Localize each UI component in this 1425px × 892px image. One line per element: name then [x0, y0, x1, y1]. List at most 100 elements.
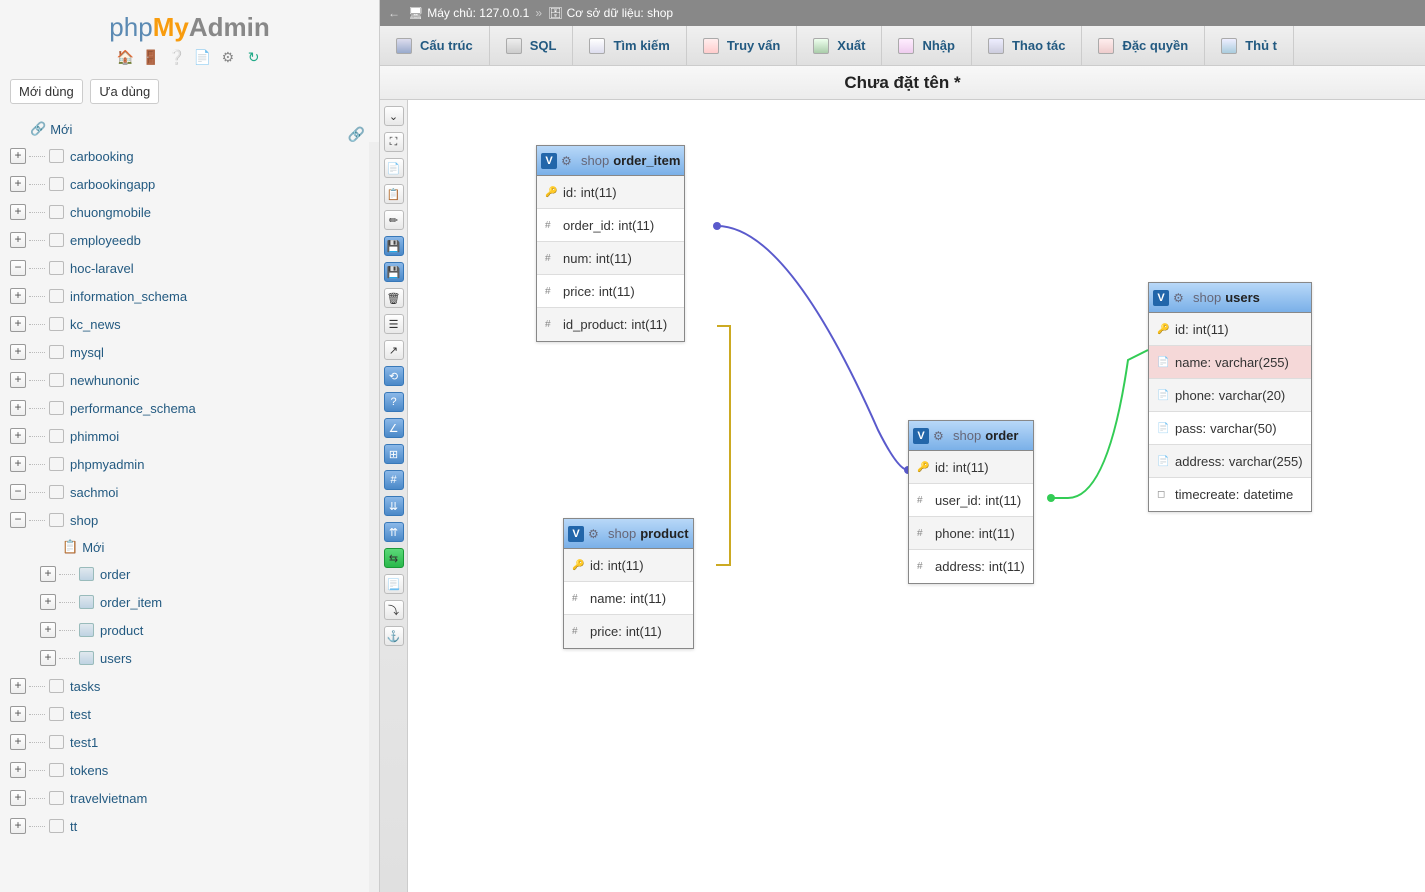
db-node-information_schema[interactable]: +information_schema	[10, 282, 379, 310]
expand-icon[interactable]: +	[10, 176, 26, 192]
table-node-product[interactable]: +product	[40, 616, 379, 644]
field-row[interactable]: 🔑id : int(11)	[537, 176, 684, 209]
designer-table-order_item[interactable]: V⚙shoporder_item🔑id : int(11)#order_id :…	[536, 145, 685, 342]
expand-icon[interactable]: +	[10, 706, 26, 722]
expand-icon[interactable]: +	[10, 428, 26, 444]
field-row[interactable]: #user_id : int(11)	[909, 484, 1033, 517]
collapse-icon[interactable]: ⌄	[384, 106, 404, 126]
edit-icon[interactable]: ✏	[384, 210, 404, 230]
db-label[interactable]: shop	[70, 513, 98, 528]
designer-table-order[interactable]: V⚙shoporder🔑id : int(11)#user_id : int(1…	[908, 420, 1034, 584]
expand-icon[interactable]: +	[10, 232, 26, 248]
db-node-sachmoi[interactable]: − sachmoi	[10, 478, 379, 506]
table-node-order_item[interactable]: + order_item	[40, 588, 379, 616]
field-row[interactable]: 📄pass : varchar(50)	[1149, 412, 1311, 445]
view-toggle-icon[interactable]: V	[541, 153, 557, 169]
db-node-test[interactable]: + test	[10, 700, 379, 728]
expand-icon[interactable]: +	[10, 790, 26, 806]
designer-table-product[interactable]: V⚙shopproduct🔑id : int(11)#name : int(11…	[563, 518, 694, 649]
db-label[interactable]: test	[70, 707, 91, 722]
grid-snap-icon[interactable]: ⊞	[384, 444, 404, 464]
tab-export[interactable]: Xuất	[797, 26, 882, 65]
db-node-tasks[interactable]: + tasks	[10, 672, 379, 700]
sidebar-scrollbar[interactable]	[369, 142, 379, 892]
toggle-icon[interactable]: #	[384, 470, 404, 490]
tab-privileges[interactable]: Đặc quyền	[1082, 26, 1205, 65]
table-label[interactable]: order	[100, 567, 130, 582]
db-node-tokens[interactable]: +tokens	[10, 756, 379, 784]
new-database-link[interactable]: Mới	[50, 122, 72, 137]
reload-icon[interactable]: ↻	[245, 49, 263, 67]
tables-list-icon[interactable]: ☰	[384, 314, 404, 334]
db-node-mysql[interactable]: +mysql	[10, 338, 379, 366]
db-label[interactable]: newhunonic	[70, 373, 139, 388]
new-table[interactable]: 📋Mới	[40, 534, 379, 560]
move-icon[interactable]: ⤵	[384, 600, 404, 620]
expand-icon[interactable]: −	[10, 484, 26, 500]
db-label[interactable]: carbooking	[70, 149, 134, 164]
back-arrow-icon[interactable]: ←	[388, 6, 400, 20]
save-icon[interactable]: 💾	[384, 236, 404, 256]
recent-tab[interactable]: Mới dùng	[10, 79, 83, 104]
collapse-all-icon[interactable]: ⇈	[384, 522, 404, 542]
help-icon[interactable]: ❔	[168, 49, 186, 67]
db-label[interactable]: tasks	[70, 679, 100, 694]
expand-icon[interactable]: +	[10, 400, 26, 416]
expand-icon[interactable]: +	[10, 204, 26, 220]
table-header[interactable]: V⚙shoporder_item	[537, 146, 684, 176]
tab-query[interactable]: Truy vấn	[687, 26, 797, 65]
delete-page-icon[interactable]: 🗑	[384, 288, 404, 308]
tab-sql[interactable]: SQL	[490, 26, 574, 65]
new-database[interactable]: 🔗Mới	[10, 116, 379, 142]
database-value[interactable]: shop	[647, 6, 673, 20]
db-node-phimmoi[interactable]: +phimmoi	[10, 422, 379, 450]
table-header[interactable]: V⚙shopproduct	[564, 519, 693, 549]
expand-icon[interactable]: −	[10, 512, 26, 528]
gear-icon[interactable]: ⚙	[1173, 291, 1187, 305]
field-row[interactable]: #name : int(11)	[564, 582, 693, 615]
help-designer-icon[interactable]: ?	[384, 392, 404, 412]
new-page-icon[interactable]: 📄	[384, 158, 404, 178]
expand-icon[interactable]: +	[10, 344, 26, 360]
db-label[interactable]: hoc-laravel	[70, 261, 134, 276]
expand-all-icon[interactable]: ⇊	[384, 496, 404, 516]
db-label[interactable]: sachmoi	[70, 485, 118, 500]
db-label[interactable]: information_schema	[70, 289, 187, 304]
db-label[interactable]: employeedb	[70, 233, 141, 248]
db-label[interactable]: travelvietnam	[70, 791, 147, 806]
tab-import[interactable]: Nhập	[882, 26, 972, 65]
db-node-performance_schema[interactable]: +performance_schema	[10, 394, 379, 422]
db-node-kc_news[interactable]: +kc_news	[10, 310, 379, 338]
db-node-employeedb[interactable]: + employeedb	[10, 226, 379, 254]
table-label[interactable]: users	[100, 651, 132, 666]
anchor-icon[interactable]: ⚓	[384, 626, 404, 646]
settings-icon[interactable]: ⚙	[219, 49, 237, 67]
server-value[interactable]: 127.0.0.1	[479, 6, 529, 20]
expand-icon[interactable]: +	[10, 678, 26, 694]
db-node-carbooking[interactable]: +carbooking	[10, 142, 379, 170]
gear-icon[interactable]: ⚙	[588, 527, 602, 541]
gear-icon[interactable]: ⚙	[933, 429, 947, 443]
expand-icon[interactable]: +	[40, 594, 56, 610]
exit-icon[interactable]: 🚪	[142, 49, 160, 67]
tab-operations[interactable]: Thao tác	[972, 26, 1082, 65]
expand-icon[interactable]: +	[40, 622, 56, 638]
docs-icon[interactable]: 📄	[193, 49, 211, 67]
db-node-chuongmobile[interactable]: +chuongmobile	[10, 198, 379, 226]
open-page-icon[interactable]: 📋	[384, 184, 404, 204]
db-node-travelvietnam[interactable]: + travelvietnam	[10, 784, 379, 812]
field-row[interactable]: #id_product : int(11)	[537, 308, 684, 341]
table-node-order[interactable]: +order	[40, 560, 379, 588]
expand-icon[interactable]: +	[10, 316, 26, 332]
table-label[interactable]: order_item	[100, 595, 162, 610]
angular-icon[interactable]: ∠	[384, 418, 404, 438]
field-row[interactable]: 🔑id : int(11)	[564, 549, 693, 582]
tab-designer[interactable]: Thủ t	[1205, 26, 1294, 65]
expand-icon[interactable]: −	[10, 260, 26, 276]
designer-table-users[interactable]: V⚙shopusers🔑id : int(11)📄name : varchar(…	[1148, 282, 1312, 512]
db-label[interactable]: test1	[70, 735, 98, 750]
field-row[interactable]: #address : int(11)	[909, 550, 1033, 583]
designer-canvas[interactable]: V⚙shoporder_item🔑id : int(11)#order_id :…	[408, 100, 1425, 892]
field-row[interactable]: #price : int(11)	[564, 615, 693, 648]
direct-link-icon[interactable]: ⇆	[384, 548, 404, 568]
